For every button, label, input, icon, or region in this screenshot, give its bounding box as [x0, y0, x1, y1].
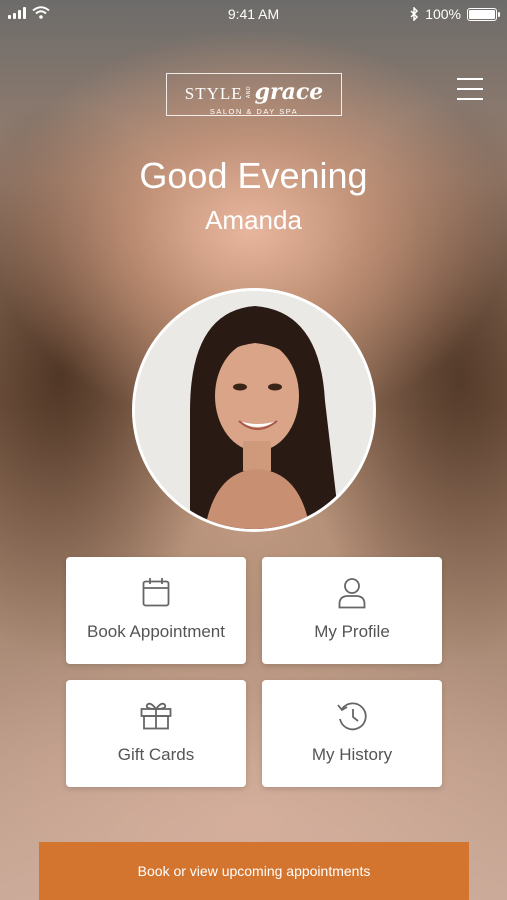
battery-percent: 100% [425, 6, 461, 22]
my-history-label: My History [311, 745, 393, 764]
salon-logo: STYLE AND grace SALON & DAY SPA [166, 73, 342, 116]
book-appointment-label: Book Appointment [87, 622, 225, 641]
logo-and-text: AND [245, 85, 252, 99]
logo-style-text: STYLE [184, 84, 243, 103]
bluetooth-icon [410, 7, 419, 21]
avatar-portrait [135, 291, 373, 529]
status-bar: 9:41 AM 100% [0, 0, 507, 30]
greeting-text: Good Evening [139, 155, 368, 196]
gift-cards-tile[interactable]: Gift Cards [66, 680, 246, 787]
calendar-icon [142, 578, 170, 607]
my-profile-tile[interactable]: My Profile [262, 557, 442, 664]
gift-icon [140, 702, 172, 730]
avatar[interactable] [132, 288, 376, 532]
gift-cards-label: Gift Cards [117, 745, 195, 764]
logo-grace-text: grace [254, 79, 324, 105]
battery-icon [467, 7, 500, 21]
hamburger-menu-icon[interactable] [457, 78, 483, 100]
my-profile-label: My Profile [314, 622, 390, 641]
user-name: Amanda [205, 205, 302, 235]
my-history-tile[interactable]: My History [262, 680, 442, 787]
history-icon [337, 702, 367, 731]
user-icon [338, 578, 366, 609]
book-appointment-tile[interactable]: Book Appointment [66, 557, 246, 664]
upcoming-appointments-bar[interactable]: Book or view upcoming appointments [39, 842, 469, 900]
logo-subtitle: SALON & DAY SPA [209, 107, 299, 116]
upcoming-appointments-label: Book or view upcoming appointments [137, 863, 371, 879]
battery-fill [469, 9, 495, 19]
